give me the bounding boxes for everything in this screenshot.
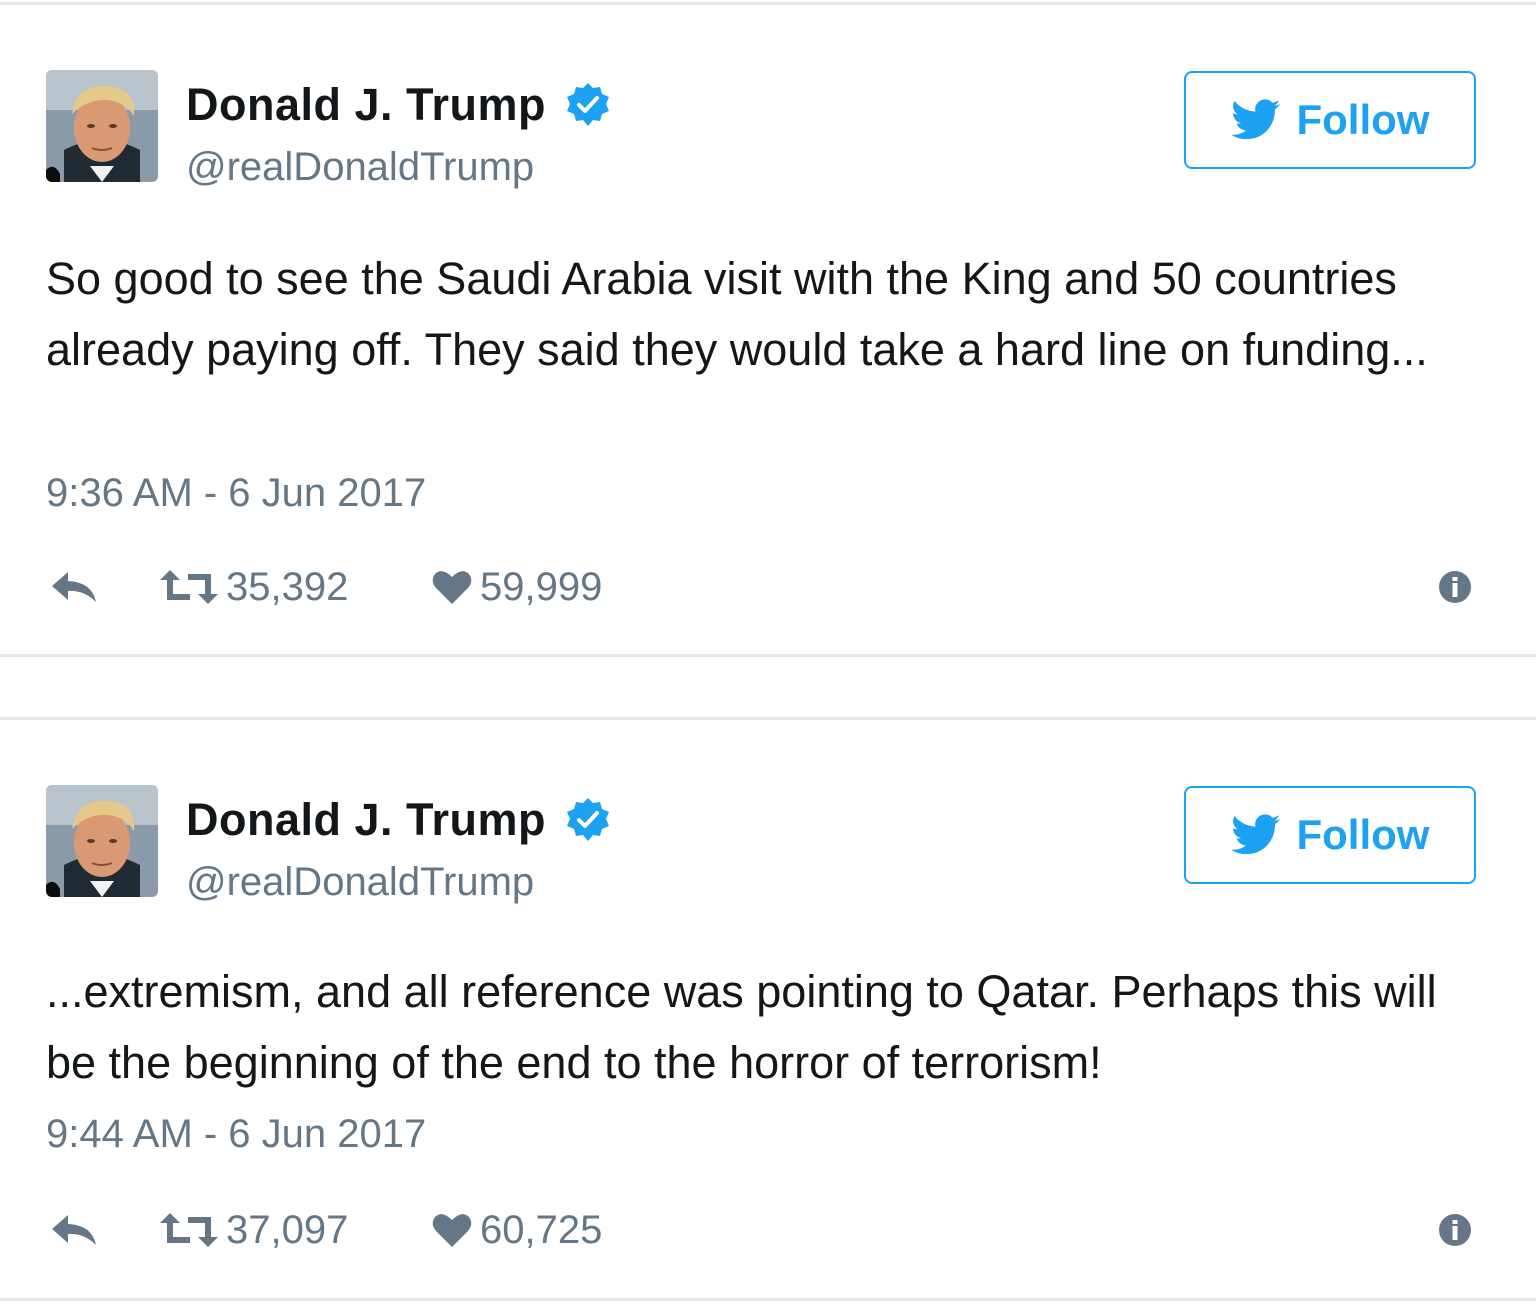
like-action[interactable]: 59,999 [432, 557, 602, 617]
author-name[interactable]: Donald J. Trump [186, 794, 546, 846]
tweet-card: Donald J. Trump @realDonaldTrump Follow … [0, 2, 1536, 657]
info-action[interactable] [1438, 557, 1472, 617]
author-handle[interactable]: @realDonaldTrump [186, 860, 534, 905]
twitter-bird-icon [1230, 814, 1280, 855]
retweet-count: 35,392 [226, 564, 349, 609]
follow-label: Follow [1296, 96, 1430, 143]
tweet-text: So good to see the Saudi Arabia visit wi… [46, 253, 1428, 375]
heart-icon [432, 571, 472, 604]
verified-badge-icon [567, 83, 610, 126]
reply-action[interactable] [50, 557, 98, 617]
author-name-row: Donald J. Trump [186, 79, 612, 131]
like-count: 59,999 [480, 564, 603, 609]
retweet-action[interactable]: 37,097 [160, 1200, 348, 1260]
tweet-timestamp[interactable]: 9:36 AM - 6 Jun 2017 [46, 471, 426, 516]
retweet-action[interactable]: 35,392 [160, 557, 348, 617]
author-name-row: Donald J. Trump [186, 794, 612, 846]
tweet-timestamp[interactable]: 9:44 AM - 6 Jun 2017 [46, 1112, 426, 1157]
like-action[interactable]: 60,725 [432, 1200, 602, 1260]
author-handle[interactable]: @realDonaldTrump [186, 145, 534, 190]
follow-button[interactable]: Follow [1184, 786, 1476, 884]
reply-icon [52, 1215, 96, 1245]
avatar[interactable] [46, 785, 158, 897]
tweet-actions: 35,392 59,999 [46, 557, 1476, 617]
twitter-bird-icon [1230, 99, 1280, 140]
tweet-actions: 37,097 60,725 [46, 1200, 1476, 1260]
tweet-card: Donald J. Trump @realDonaldTrump Follow … [0, 717, 1536, 1301]
author-name[interactable]: Donald J. Trump [186, 79, 546, 131]
info-action[interactable] [1438, 1200, 1472, 1260]
reply-action[interactable] [50, 1200, 98, 1260]
heart-icon [432, 1214, 472, 1247]
info-icon [1439, 571, 1471, 603]
info-icon [1439, 1214, 1471, 1246]
retweet-icon [160, 570, 218, 604]
avatar-portrait [46, 70, 158, 182]
tweet-text: ...extremism, and all reference was poin… [46, 966, 1437, 1088]
reply-icon [52, 572, 96, 602]
retweet-count: 37,097 [226, 1207, 349, 1252]
tweet-embeds-page: Donald J. Trump @realDonaldTrump Follow … [0, 0, 1538, 1309]
follow-label: Follow [1296, 811, 1430, 858]
avatar-portrait [46, 785, 158, 897]
avatar[interactable] [46, 70, 158, 182]
retweet-icon [160, 1213, 218, 1247]
like-count: 60,725 [480, 1207, 603, 1252]
follow-button[interactable]: Follow [1184, 71, 1476, 169]
verified-badge-icon [567, 798, 610, 841]
